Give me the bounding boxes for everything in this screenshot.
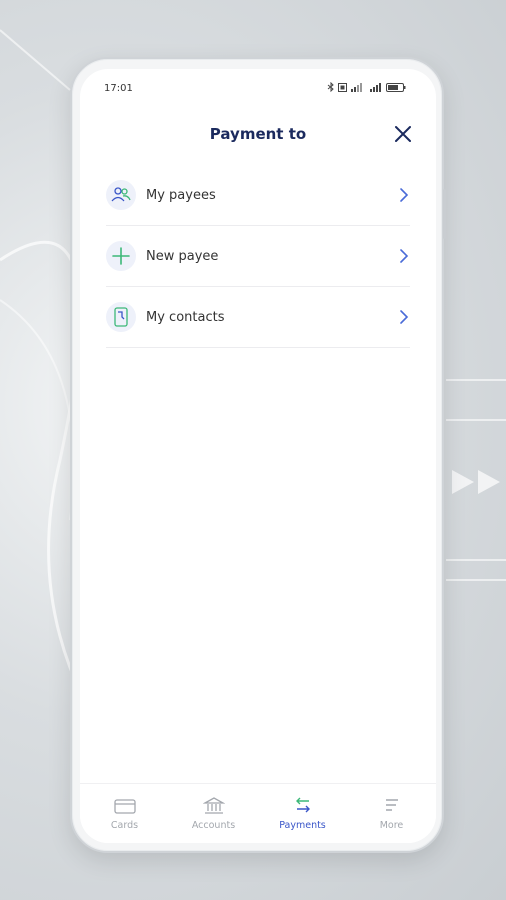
menu-item-label: My payees xyxy=(146,187,216,203)
bluetooth-icon xyxy=(327,82,334,92)
nav-tab-cards[interactable]: Cards xyxy=(80,784,169,843)
chevron-right-icon xyxy=(400,310,409,324)
nav-label: Payments xyxy=(279,820,326,831)
chevron-right-icon xyxy=(400,188,409,202)
contacts-phone-icon xyxy=(114,307,128,327)
header: Payment to xyxy=(80,109,436,159)
nav-label: Accounts xyxy=(191,820,236,831)
transfer-icon xyxy=(295,797,310,813)
nav-label: Cards xyxy=(110,820,139,831)
card-icon xyxy=(113,799,136,814)
signal-icon xyxy=(370,82,381,92)
menu-icon-wrapper xyxy=(106,180,136,210)
menu-item-my-payees[interactable]: My payees xyxy=(106,165,410,226)
status-bar: 17:01 xyxy=(80,69,436,109)
menu-item-label: My contacts xyxy=(146,309,225,325)
nav-tab-payments[interactable]: Payments xyxy=(258,784,347,843)
phone-screen: 17:01 Payment to My payees New payee My … xyxy=(80,69,436,843)
nav-label: More xyxy=(379,820,404,831)
close-icon[interactable] xyxy=(392,123,414,145)
phone-frame: 17:01 Payment to My payees New payee My … xyxy=(70,57,446,853)
chevron-right-icon xyxy=(400,249,409,263)
status-icons xyxy=(327,82,406,92)
side-button xyxy=(443,189,446,239)
page-title: Payment to xyxy=(209,125,307,143)
battery-icon xyxy=(386,82,406,92)
menu-icon xyxy=(385,799,398,811)
status-time: 17:01 xyxy=(104,83,133,94)
users-icon xyxy=(111,187,131,202)
menu-item-my-contacts[interactable]: My contacts xyxy=(106,287,410,348)
signal-icon xyxy=(351,82,362,92)
menu-icon-wrapper xyxy=(106,302,136,332)
nav-tab-accounts[interactable]: Accounts xyxy=(169,784,258,843)
payment-options-list: My payees New payee My contacts xyxy=(106,165,410,348)
menu-item-new-payee[interactable]: New payee xyxy=(106,226,410,287)
plus-icon xyxy=(112,247,130,265)
bottom-navigation: Cards Accounts Payments More xyxy=(80,783,436,843)
nfc-icon xyxy=(338,82,347,92)
menu-item-label: New payee xyxy=(146,248,219,264)
bank-icon xyxy=(202,797,225,814)
menu-icon-wrapper xyxy=(106,241,136,271)
nav-tab-more[interactable]: More xyxy=(347,784,436,843)
